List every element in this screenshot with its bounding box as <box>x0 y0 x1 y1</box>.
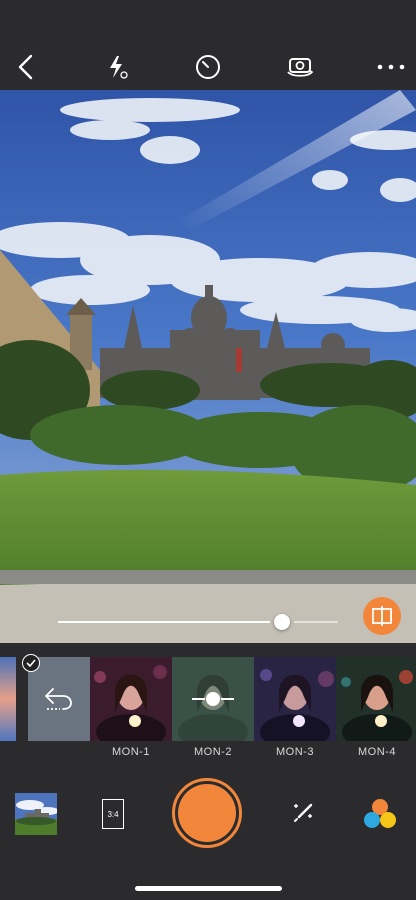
camera-viewfinder[interactable] <box>0 90 416 643</box>
filter-label: MON-3 <box>276 746 314 758</box>
flash-button[interactable] <box>100 50 134 84</box>
exposure-slider-rest <box>294 621 338 623</box>
filter-label: MON-4 <box>358 746 396 758</box>
adjust-slider-icon <box>192 692 234 706</box>
compare-button[interactable] <box>363 597 401 635</box>
back-arrow-icon <box>18 54 33 80</box>
back-button[interactable] <box>9 50 43 84</box>
more-icon <box>377 64 405 70</box>
magic-wand-icon[interactable] <box>290 800 316 826</box>
filter-label: MON-2 <box>194 746 232 758</box>
color-filters-icon[interactable] <box>362 797 398 831</box>
more-button[interactable] <box>374 50 408 84</box>
shutter-button[interactable] <box>172 778 242 848</box>
exposure-slider[interactable] <box>58 614 338 630</box>
selected-check-icon <box>22 654 40 672</box>
filter-thumbnail-mon-3[interactable] <box>254 657 336 741</box>
original-filter-tile[interactable] <box>28 657 90 741</box>
filter-label: MON-1 <box>112 746 150 758</box>
compare-icon <box>372 606 392 626</box>
aspect-ratio-button[interactable]: 3:4 <box>102 799 124 829</box>
exposure-slider-knob[interactable] <box>274 614 290 630</box>
filter-strip[interactable]: MON-1 MON-2 MON-3 MON-4 <box>0 654 416 765</box>
shutter-button-inner <box>178 784 236 842</box>
filter-partial-thumbnail[interactable] <box>0 657 16 741</box>
switch-camera-icon <box>287 58 314 77</box>
switch-camera-button[interactable] <box>283 50 317 84</box>
bottom-controls: 3:4 <box>0 765 416 900</box>
filter-adjust-overlay[interactable] <box>172 657 254 741</box>
exposure-slider-fill <box>58 621 270 623</box>
timer-button[interactable] <box>191 50 225 84</box>
gallery-thumbnail[interactable] <box>15 793 57 835</box>
undo-icon <box>45 688 72 710</box>
live-camera-preview <box>0 90 416 643</box>
home-indicator <box>135 886 282 891</box>
filter-thumbnail-mon-1[interactable] <box>90 657 172 741</box>
flash-auto-icon <box>110 56 128 79</box>
filter-thumbnail-mon-4[interactable] <box>336 657 416 741</box>
top-toolbar <box>0 0 416 90</box>
timer-icon <box>196 55 220 79</box>
